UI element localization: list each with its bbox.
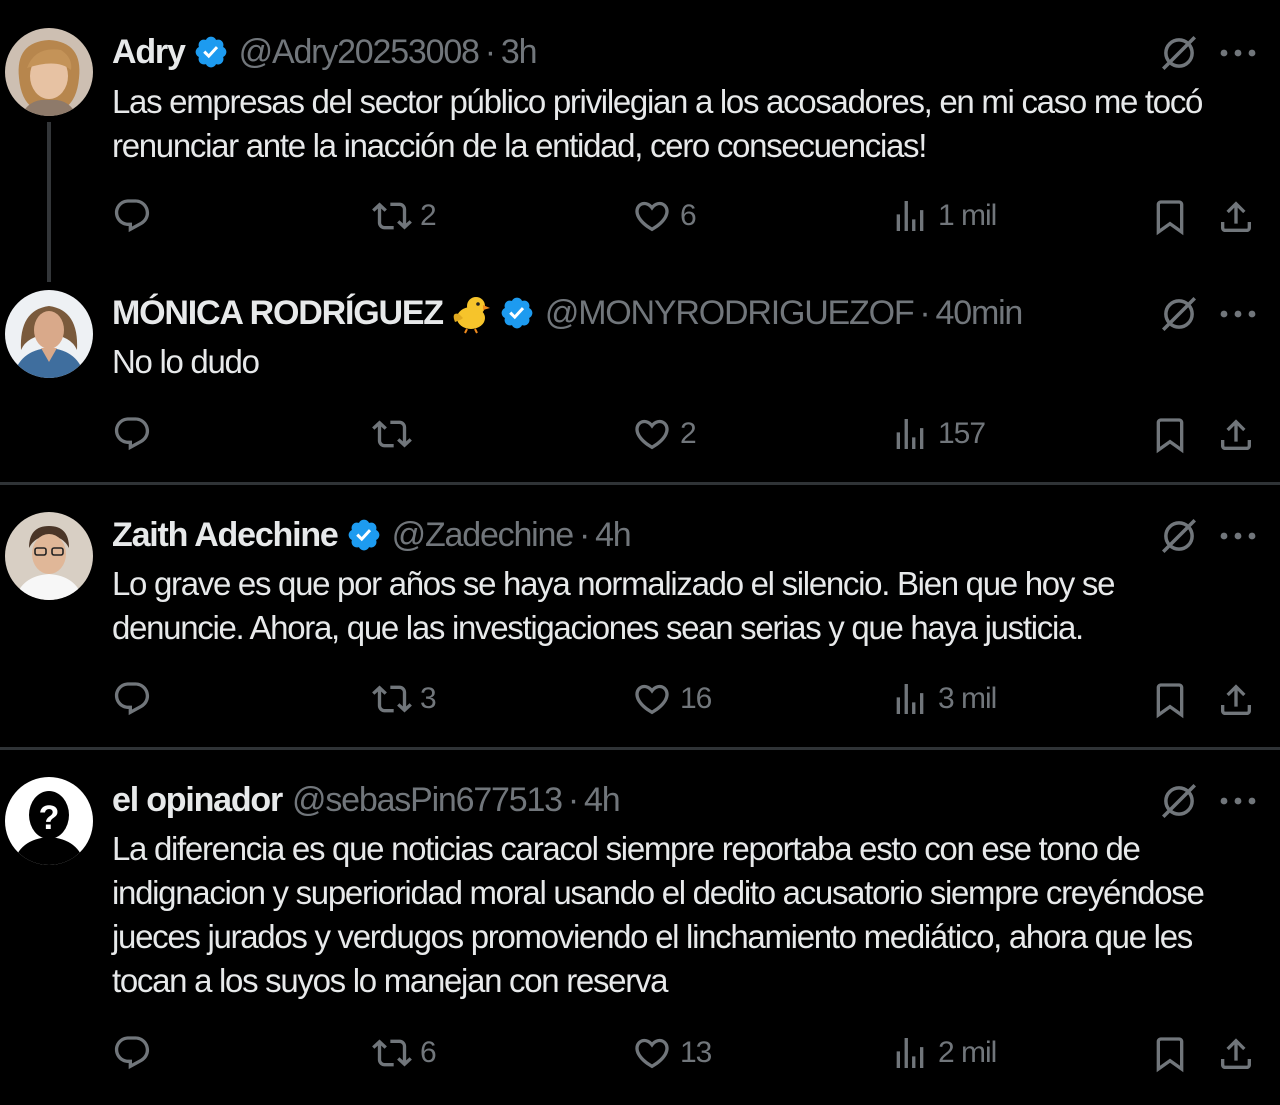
repost-icon: [372, 1033, 412, 1073]
reply-button[interactable]: [112, 1033, 160, 1073]
replies-feed: Adry @Adry20253008 · 3h Las empresas del…: [0, 0, 1280, 1105]
tweet-zaith-adechine[interactable]: Zaith Adechine @Zadechine · 4h Lo grave …: [0, 485, 1280, 747]
like-button[interactable]: 6: [632, 196, 697, 236]
grok-icon[interactable]: [1158, 293, 1200, 335]
like-count: 2: [680, 417, 697, 450]
reply-icon: [112, 1033, 152, 1073]
separator-dot: ·: [919, 293, 930, 332]
like-count: 13: [680, 1036, 712, 1069]
like-icon: [632, 1033, 672, 1073]
separator-dot: ·: [484, 32, 496, 71]
author-name[interactable]: MÓNICA RODRÍGUEZ: [112, 294, 444, 333]
author-handle[interactable]: @Adry20253008: [239, 33, 480, 72]
verified-badge-icon: [346, 517, 382, 553]
avatar[interactable]: [5, 28, 93, 116]
bookmark-icon[interactable]: [1150, 1034, 1190, 1074]
views-icon: [890, 679, 930, 719]
reply-icon: [112, 414, 152, 454]
views-count: 157: [938, 417, 986, 450]
views-count: 2 mil: [938, 1036, 997, 1069]
views-icon: [890, 1033, 930, 1073]
like-icon: [632, 679, 672, 719]
views-button[interactable]: 2 mil: [890, 1033, 997, 1073]
author-name[interactable]: el opinador: [112, 781, 283, 820]
tweet-text: La diferencia es que noticias caracol si…: [112, 830, 1205, 999]
grok-icon[interactable]: [1158, 32, 1200, 74]
author-name[interactable]: Adry: [112, 33, 186, 72]
repost-icon: [372, 414, 412, 454]
views-button[interactable]: 3 mil: [890, 679, 997, 719]
views-icon: [890, 414, 930, 454]
timestamp[interactable]: 40min: [936, 294, 1024, 333]
repost-count: 3: [420, 682, 437, 715]
repost-button[interactable]: [372, 414, 420, 454]
chick-emoji-icon: [449, 292, 491, 334]
like-button[interactable]: 13: [632, 1033, 712, 1073]
more-options-icon[interactable]: [1218, 46, 1258, 60]
views-count: 1 mil: [938, 199, 997, 232]
tweet-el-opinador[interactable]: ? el opinador @sebasPin677513 · 4h La di…: [0, 750, 1280, 1105]
tweet-header: Zaith Adechine @Zadechine · 4h: [112, 513, 632, 557]
svg-text:?: ?: [39, 799, 60, 837]
more-options-icon[interactable]: [1218, 529, 1258, 543]
repost-icon: [372, 196, 412, 236]
author-handle[interactable]: @MONYRODRIGUEZOF: [545, 294, 915, 333]
like-count: 6: [680, 199, 697, 232]
repost-button[interactable]: 2: [372, 196, 437, 236]
author-handle[interactable]: @sebasPin677513: [292, 781, 563, 820]
repost-count: 2: [420, 199, 437, 232]
reply-icon: [112, 196, 152, 236]
like-button[interactable]: 2: [632, 414, 697, 454]
reply-button[interactable]: [112, 196, 160, 236]
repost-count: 6: [420, 1036, 437, 1069]
reply-button[interactable]: [112, 679, 160, 719]
repost-button[interactable]: 6: [372, 1033, 437, 1073]
tweet-monica-rodriguez[interactable]: MÓNICA RODRÍGUEZ @MONYRODRIGUEZOF · 40mi…: [0, 270, 1280, 482]
avatar[interactable]: [5, 512, 93, 600]
reply-icon: [112, 679, 152, 719]
like-icon: [632, 196, 672, 236]
more-options-icon[interactable]: [1218, 307, 1258, 321]
like-icon: [632, 414, 672, 454]
reply-button[interactable]: [112, 414, 160, 454]
tweet-header: el opinador @sebasPin677513 · 4h: [112, 778, 621, 822]
timestamp[interactable]: 4h: [595, 516, 632, 555]
bookmark-icon[interactable]: [1150, 197, 1190, 237]
timestamp[interactable]: 3h: [501, 33, 538, 72]
separator-dot: ·: [578, 515, 590, 554]
tweet-text: No lo dudo: [112, 343, 260, 380]
like-button[interactable]: 16: [632, 679, 712, 719]
verified-badge-icon: [499, 295, 535, 331]
share-icon[interactable]: [1216, 1034, 1256, 1074]
views-count: 3 mil: [938, 682, 997, 715]
timestamp[interactable]: 4h: [584, 781, 621, 820]
repost-icon: [372, 679, 412, 719]
tweet-text: Las empresas del sector público privileg…: [112, 83, 1203, 164]
author-name[interactable]: Zaith Adechine: [112, 516, 339, 555]
tweet-header: Adry @Adry20253008 · 3h: [112, 30, 538, 74]
grok-icon[interactable]: [1158, 515, 1200, 557]
bookmark-icon[interactable]: [1150, 680, 1190, 720]
more-options-icon[interactable]: [1218, 794, 1258, 808]
avatar[interactable]: [5, 290, 93, 378]
views-button[interactable]: 1 mil: [890, 196, 997, 236]
bookmark-icon[interactable]: [1150, 415, 1190, 455]
share-icon[interactable]: [1216, 415, 1256, 455]
avatar[interactable]: ?: [5, 777, 93, 865]
tweet-header: MÓNICA RODRÍGUEZ @MONYRODRIGUEZOF · 40mi…: [112, 291, 1024, 335]
verified-badge-icon: [193, 34, 229, 70]
grok-icon[interactable]: [1158, 780, 1200, 822]
tweet-adry[interactable]: Adry @Adry20253008 · 3h Las empresas del…: [0, 0, 1280, 270]
share-icon[interactable]: [1216, 197, 1256, 237]
views-button[interactable]: 157: [890, 414, 986, 454]
repost-button[interactable]: 3: [372, 679, 437, 719]
tweet-text: Lo grave es que por años se haya normali…: [112, 565, 1115, 646]
share-icon[interactable]: [1216, 680, 1256, 720]
views-icon: [890, 196, 930, 236]
separator-dot: ·: [567, 780, 579, 819]
like-count: 16: [680, 682, 712, 715]
author-handle[interactable]: @Zadechine: [392, 516, 574, 555]
